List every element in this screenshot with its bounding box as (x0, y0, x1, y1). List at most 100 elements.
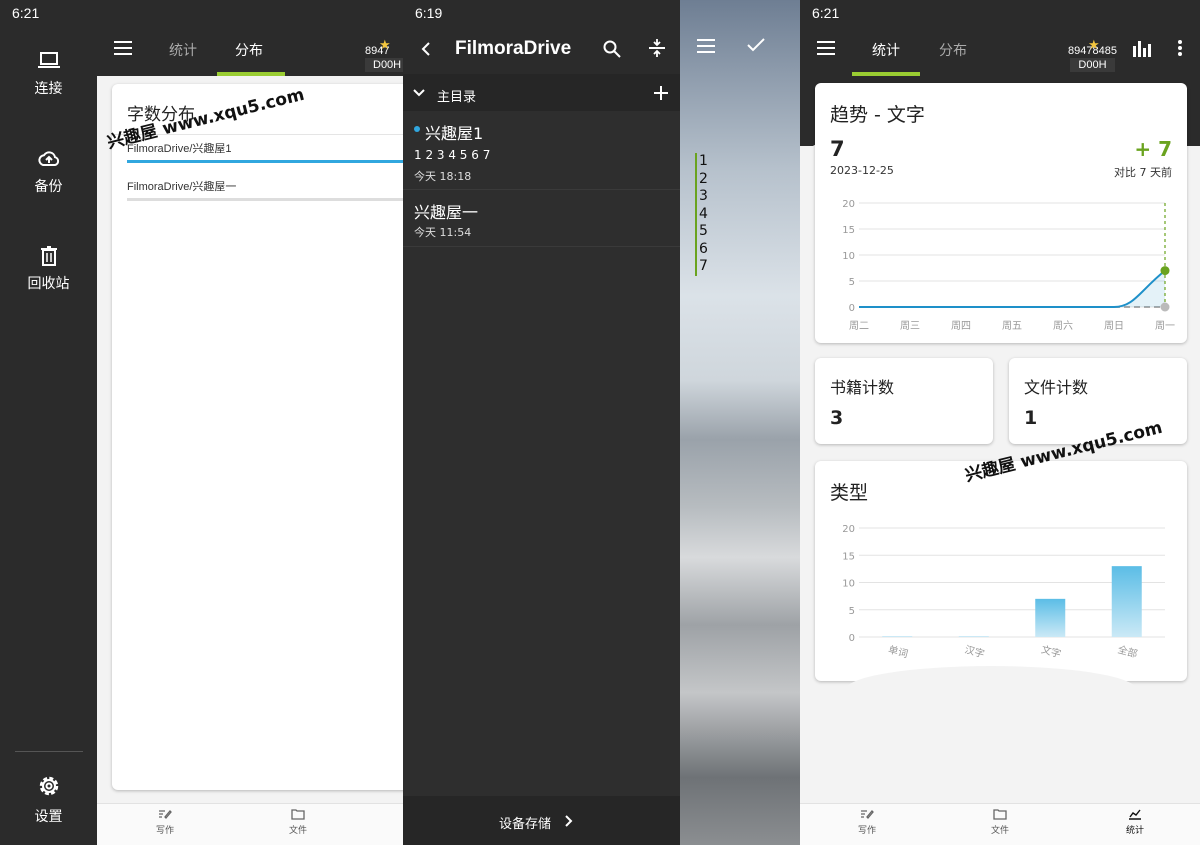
bottom-nav-files[interactable]: 文件 (268, 808, 328, 836)
chevron-right-icon (565, 815, 573, 827)
menu-icon[interactable] (697, 39, 715, 53)
trash-icon (40, 246, 57, 266)
trend-value: 7 (830, 137, 845, 161)
y-tick-label: 10 (842, 579, 855, 590)
y-tick-label: 0 (849, 633, 855, 644)
bar (958, 636, 989, 637)
editor-line: 3 (699, 188, 708, 204)
bottom-nav-label: 文件 (990, 826, 1009, 836)
types-title: 类型 (830, 482, 869, 504)
bottom-nav-stats[interactable]: 统计 (1105, 808, 1165, 836)
rail-label: 备份 (34, 179, 63, 195)
folder-header[interactable]: 主目录 (403, 74, 680, 111)
editor-text[interactable]: 1 2 3 4 5 6 7 (695, 153, 708, 276)
status-bar: 6:21 (0, 0, 97, 26)
rail-item-settings[interactable]: 设置 (0, 772, 97, 826)
dist-row-bar-fill (127, 160, 403, 163)
menu-icon[interactable] (114, 41, 132, 55)
series-line (859, 269, 1166, 308)
tab-stats[interactable]: 统计 (163, 40, 203, 60)
bottom-nav-write[interactable]: 写作 (135, 808, 195, 836)
status-bar: 6:21 (800, 0, 1200, 26)
drawer-app-bar: 6:19 FilmoraDrive (403, 0, 680, 74)
y-tick-label: 5 (849, 606, 855, 617)
files-label: 文件计数 (1024, 378, 1089, 397)
panel-distribution: 6:21 连接 备份 回收站 设置 统计 分布 ★ 8947 D00H 字数分布… (0, 0, 403, 845)
back-arrow-icon[interactable] (420, 42, 432, 56)
bottom-nav-label: 写作 (155, 826, 174, 836)
files-value: 1 (1024, 407, 1038, 429)
menu-icon[interactable] (817, 41, 835, 55)
add-icon[interactable] (654, 86, 668, 100)
bar (1111, 566, 1142, 637)
nav-rail: 6:21 连接 备份 回收站 设置 (0, 0, 97, 845)
x-tick-label: 周四 (951, 320, 971, 332)
star-icon: ★ (1088, 37, 1100, 52)
y-tick-label: 10 (842, 251, 855, 262)
x-tick-label: 周一 (1155, 320, 1175, 332)
trend-delta: + 7 (1134, 137, 1172, 161)
bottom-nav: 写作 文件 (97, 803, 403, 845)
tab-distribution[interactable]: 分布 (229, 40, 269, 60)
x-tick-label: 周日 (1104, 320, 1124, 332)
word-count-badge: ★ 8947 D00H (365, 38, 403, 72)
folder-icon (993, 809, 1007, 820)
status-bar: 6:19 (403, 0, 680, 26)
rail-item-trash[interactable]: 回收站 (0, 245, 97, 293)
x-tick-label: 周二 (849, 320, 869, 332)
cloud-upload-icon (37, 151, 59, 166)
item-title: 兴趣屋1 (425, 124, 484, 143)
more-vert-icon[interactable] (1178, 40, 1182, 56)
item-time: 今天 11:54 (414, 226, 472, 239)
list-item[interactable]: 兴趣屋1 1 2 3 4 5 6 7 今天 18:18 (403, 111, 680, 190)
dist-row-label: FilmoraDrive/兴趣屋一 (127, 181, 237, 193)
y-tick-label: 0 (849, 303, 855, 314)
status-time: 6:21 (812, 5, 840, 21)
rail-label: 设置 (34, 809, 63, 825)
star-icon: ★ (379, 37, 391, 52)
types-bar-chart: 0 5 10 15 20 单词 汉字 文字 全部 (842, 524, 1165, 661)
rail-item-backup[interactable]: 备份 (0, 148, 97, 196)
editor-line: 1 (699, 153, 708, 169)
check-icon[interactable] (747, 38, 765, 52)
y-tick-label: 5 (849, 277, 855, 288)
y-tick-label: 15 (842, 551, 855, 562)
x-tick-label: 单词 (887, 644, 909, 661)
tab-indicator (852, 72, 920, 76)
bar-chart-icon[interactable] (1132, 40, 1152, 58)
tab-stats[interactable]: 统计 (866, 40, 906, 60)
sheet-curve (845, 666, 1137, 726)
panel-editor: 1 2 3 4 5 6 7 (680, 0, 800, 845)
active-dot (414, 126, 420, 132)
bottom-nav-label: 文件 (288, 826, 307, 836)
dist-row-bar-track (127, 198, 403, 201)
rail-divider (15, 751, 83, 752)
editor-line: 7 (699, 258, 708, 274)
rail-item-connect[interactable]: 连接 (0, 50, 97, 98)
types-card: 类型 0 5 10 15 20 单词 汉字 文字 全部 (815, 461, 1187, 681)
x-tick-label: 周六 (1053, 320, 1073, 332)
bottom-nav-write[interactable]: 写作 (837, 808, 897, 836)
y-tick-label: 20 (842, 199, 855, 210)
gear-icon (39, 776, 58, 796)
storage-row[interactable]: 设备存储 (403, 796, 680, 845)
bottom-nav-files[interactable]: 文件 (970, 808, 1030, 836)
list-item[interactable]: 兴趣屋一 今天 11:54 (403, 190, 680, 247)
item-time: 今天 18:18 (414, 170, 472, 183)
x-tick-label: 文字 (1040, 643, 1063, 661)
drawer-title: FilmoraDrive (455, 38, 572, 59)
bar (882, 636, 913, 637)
trend-compare: 对比 7 天前 (1114, 166, 1172, 179)
trend-title: 趋势 - 文字 (830, 104, 925, 126)
laptop-icon (37, 52, 60, 68)
search-icon[interactable] (603, 40, 621, 58)
rail-label: 回收站 (27, 276, 70, 292)
x-tick-label: 周五 (1002, 320, 1022, 332)
books-card: 书籍计数 3 (815, 358, 993, 444)
trend-card: 趋势 - 文字 7 2023-12-25 + 7 对比 7 天前 0 5 10 15 2… (815, 83, 1187, 343)
editor-line: 4 (699, 205, 708, 222)
books-label: 书籍计数 (830, 378, 895, 397)
tab-distribution[interactable]: 分布 (933, 40, 973, 60)
collapse-icon[interactable] (648, 38, 666, 58)
folder-icon (291, 809, 305, 820)
